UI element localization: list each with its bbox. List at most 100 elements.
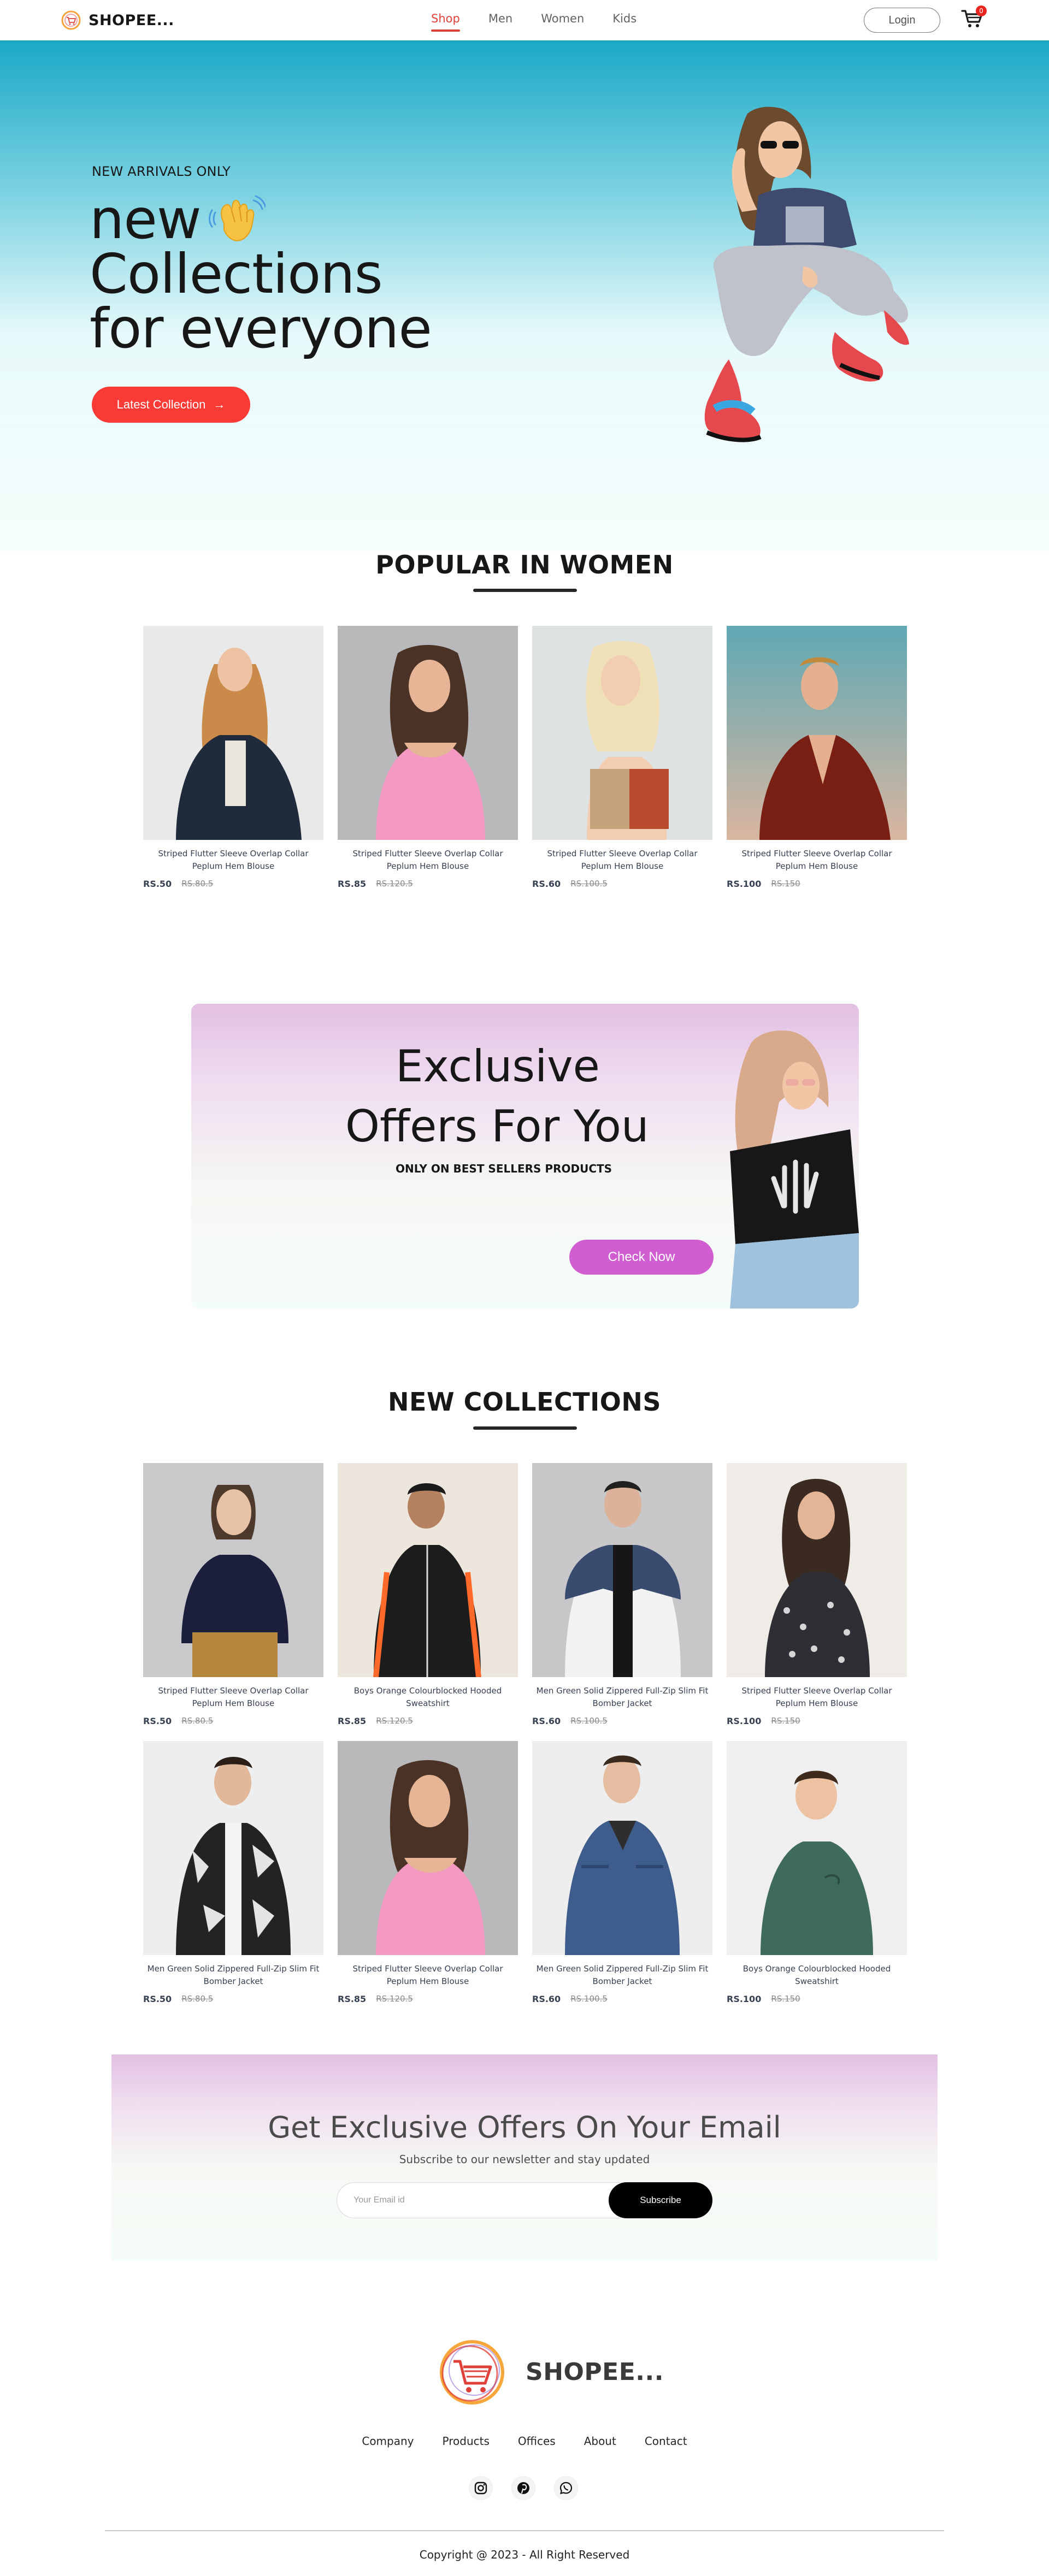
product-name: Striped Flutter Sleeve Overlap Collar Pe… bbox=[741, 849, 892, 872]
product-prices: RS.60 RS.100.5 bbox=[532, 1994, 712, 2004]
product-prices: RS.100 RS.150 bbox=[727, 1994, 907, 2004]
product-price: RS.60 bbox=[532, 1715, 561, 1726]
product-card[interactable]: Men Green Solid Zippered Full-Zip Slim F… bbox=[532, 1741, 712, 2004]
product-image bbox=[727, 1741, 907, 1955]
product-old-price: RS.100.5 bbox=[570, 879, 608, 889]
whatsapp-link[interactable] bbox=[554, 2476, 578, 2500]
offers-subtitle: ONLY ON BEST SELLERS PRODUCTS bbox=[396, 1162, 612, 1175]
product-prices: RS.50 RS.80.5 bbox=[143, 1994, 323, 2004]
latest-collection-label: Latest Collection bbox=[116, 398, 206, 411]
newsletter-form: Subscribe bbox=[337, 2182, 712, 2218]
product-price: RS.60 bbox=[532, 878, 561, 889]
product-name: Boys Orange Colourblocked Hooded Sweatsh… bbox=[742, 1964, 891, 1987]
product-price: RS.100 bbox=[727, 1993, 762, 2004]
offers-title-line1: Exclusive bbox=[396, 1041, 600, 1092]
pinterest-link[interactable] bbox=[511, 2476, 535, 2500]
newsletter-section: Get Exclusive Offers On Your Email Subsc… bbox=[111, 2054, 938, 2261]
whatsapp-icon bbox=[559, 2482, 573, 2495]
newsletter-title: Get Exclusive Offers On Your Email bbox=[268, 2110, 781, 2145]
product-prices: RS.50 RS.80.5 bbox=[143, 879, 323, 889]
product-price: RS.100 bbox=[727, 1715, 762, 1726]
page: SHOPEE... Shop Men Women Kids Login 0 NE… bbox=[0, 0, 1049, 2576]
new-collections-underline bbox=[473, 1426, 577, 1430]
product-card[interactable]: Men Green Solid Zippered Full-Zip Slim F… bbox=[143, 1741, 323, 2004]
product-card[interactable]: Striped Flutter Sleeve Overlap Collar Pe… bbox=[727, 626, 907, 889]
product-card[interactable]: Striped Flutter Sleeve Overlap Collar Pe… bbox=[143, 1463, 323, 1726]
product-old-price: RS.80.5 bbox=[181, 1994, 214, 2004]
brand-name: SHOPEE... bbox=[89, 11, 174, 29]
hero-headline-line1: new bbox=[90, 187, 202, 251]
product-image bbox=[338, 626, 518, 840]
product-old-price: RS.120.5 bbox=[376, 1716, 413, 1726]
footer-divider bbox=[105, 2530, 944, 2531]
footer-link-about[interactable]: About bbox=[584, 2435, 616, 2448]
product-old-price: RS.150 bbox=[771, 1716, 800, 1726]
subscribe-button[interactable]: Subscribe bbox=[609, 2182, 712, 2218]
product-card[interactable]: Men Green Solid Zippered Full-Zip Slim F… bbox=[532, 1463, 712, 1726]
product-card[interactable]: Boys Orange Colourblocked Hooded Sweatsh… bbox=[727, 1741, 907, 2004]
product-price: RS.50 bbox=[143, 1715, 172, 1726]
instagram-link[interactable] bbox=[469, 2476, 493, 2500]
product-name: Boys Orange Colourblocked Hooded Sweatsh… bbox=[353, 1686, 502, 1709]
product-price: RS.50 bbox=[143, 1993, 172, 2004]
brand-logo[interactable]: SHOPEE... bbox=[61, 10, 174, 30]
product-card[interactable]: Striped Flutter Sleeve Overlap Collar Pe… bbox=[532, 626, 712, 889]
product-card[interactable]: Striped Flutter Sleeve Overlap Collar Pe… bbox=[338, 626, 518, 889]
product-price: RS.85 bbox=[338, 1715, 367, 1726]
offers-banner: Exclusive Offers For You ONLY ON BEST SE… bbox=[191, 1004, 859, 1308]
login-button[interactable]: Login bbox=[864, 8, 940, 33]
instagram-icon bbox=[474, 2482, 487, 2495]
popular-section-title: POPULAR IN WOMEN bbox=[375, 550, 674, 579]
product-image bbox=[532, 626, 712, 840]
product-card[interactable]: Boys Orange Colourblocked Hooded Sweatsh… bbox=[338, 1463, 518, 1726]
footer-link-contact[interactable]: Contact bbox=[645, 2435, 687, 2448]
footer-brand-name: SHOPEE... bbox=[526, 2358, 664, 2386]
footer-link-offices[interactable]: Offices bbox=[518, 2435, 556, 2448]
product-name: Striped Flutter Sleeve Overlap Collar Pe… bbox=[547, 849, 698, 872]
copyright-text: Copyright @ 2023 - All Right Reserved bbox=[419, 2548, 630, 2561]
menu-item-women[interactable]: Women bbox=[541, 12, 584, 25]
product-prices: RS.85 RS.120.5 bbox=[338, 1716, 518, 1726]
product-prices: RS.60 RS.100.5 bbox=[532, 1716, 712, 1726]
hero-kicker: NEW ARRIVALS ONLY bbox=[92, 164, 231, 179]
email-input[interactable] bbox=[337, 2182, 621, 2218]
product-price: RS.85 bbox=[338, 1993, 367, 2004]
arrow-right-icon: → bbox=[213, 398, 226, 411]
cart-count-badge: 0 bbox=[976, 5, 987, 16]
product-name: Men Green Solid Zippered Full-Zip Slim F… bbox=[536, 1686, 709, 1709]
product-image bbox=[532, 1741, 712, 1955]
product-old-price: RS.80.5 bbox=[181, 1716, 214, 1726]
product-image bbox=[143, 626, 323, 840]
product-image bbox=[727, 626, 907, 840]
product-old-price: RS.150 bbox=[771, 879, 800, 889]
product-image bbox=[143, 1741, 323, 1955]
product-name: Striped Flutter Sleeve Overlap Collar Pe… bbox=[741, 1686, 892, 1709]
menu-item-shop[interactable]: Shop bbox=[431, 12, 460, 32]
latest-collection-button[interactable]: Latest Collection → bbox=[92, 387, 250, 423]
footer-link-company[interactable]: Company bbox=[362, 2435, 414, 2448]
product-card[interactable]: Striped Flutter Sleeve Overlap Collar Pe… bbox=[143, 626, 323, 889]
product-name: Men Green Solid Zippered Full-Zip Slim F… bbox=[147, 1964, 320, 1987]
product-card[interactable]: Striped Flutter Sleeve Overlap Collar Pe… bbox=[338, 1741, 518, 2004]
main-menu: Shop Men Women Kids bbox=[431, 12, 637, 32]
check-now-button[interactable]: Check Now bbox=[569, 1240, 714, 1275]
product-name: Striped Flutter Sleeve Overlap Collar Pe… bbox=[158, 1686, 309, 1709]
product-image bbox=[338, 1741, 518, 1955]
product-name: Striped Flutter Sleeve Overlap Collar Pe… bbox=[352, 1964, 503, 1987]
popular-title-underline bbox=[473, 589, 577, 592]
pinterest-icon bbox=[517, 2482, 529, 2494]
navbar: SHOPEE... Shop Men Women Kids Login 0 bbox=[0, 0, 1049, 40]
product-image bbox=[338, 1463, 518, 1677]
hero-headline-line2: Collections bbox=[90, 242, 383, 306]
product-image bbox=[532, 1463, 712, 1677]
product-card[interactable]: Striped Flutter Sleeve Overlap Collar Pe… bbox=[727, 1463, 907, 1726]
menu-item-men[interactable]: Men bbox=[488, 12, 512, 25]
offers-model-image bbox=[730, 1030, 859, 1308]
product-old-price: RS.120.5 bbox=[376, 879, 413, 889]
footer-link-products[interactable]: Products bbox=[443, 2435, 490, 2448]
product-prices: RS.100 RS.150 bbox=[727, 1716, 907, 1726]
menu-item-kids[interactable]: Kids bbox=[612, 12, 637, 25]
hero-model-image bbox=[704, 106, 909, 442]
product-prices: RS.85 RS.120.5 bbox=[338, 1994, 518, 2004]
product-price: RS.100 bbox=[727, 878, 762, 889]
